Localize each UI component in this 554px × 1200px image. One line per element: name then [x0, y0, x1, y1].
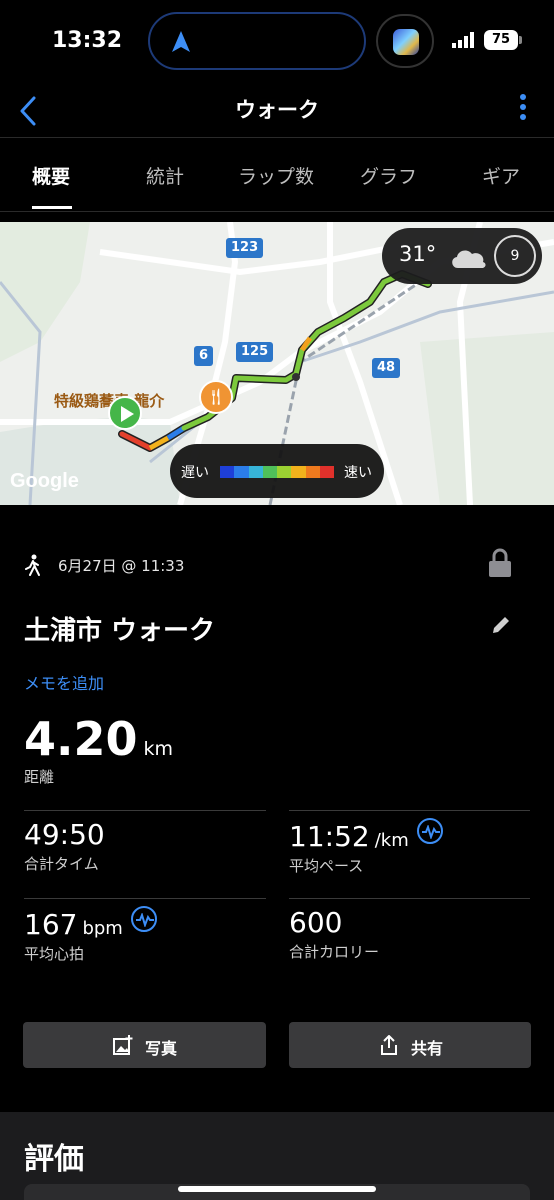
- share-label: 共有: [411, 1039, 444, 1058]
- stat-label: 合計カロリー: [289, 943, 380, 961]
- tab-bar: 概要 統計 ラップ数 グラフ ギア: [0, 138, 554, 212]
- add-photo-icon: [113, 1035, 133, 1055]
- stat-avg-heart-rate: 167 bpm 平均心拍: [24, 906, 157, 964]
- distance-label: 距離: [24, 768, 55, 786]
- add-photo-button[interactable]: 写真: [23, 1022, 266, 1068]
- pace-color-swatch: [248, 466, 263, 478]
- nav-header: ウォーク: [0, 86, 554, 138]
- add-photo-label: 写真: [145, 1039, 178, 1058]
- weather-widget[interactable]: 31° 9: [382, 228, 542, 284]
- stat-label: 平均ペース: [289, 857, 364, 875]
- status-bar: 13:32 75: [0, 0, 554, 86]
- share-button[interactable]: 共有: [289, 1022, 531, 1068]
- activity-date: 6月27日 @ 11:33: [58, 557, 185, 575]
- road-number-badge: 48: [372, 358, 401, 378]
- google-logo: Google: [10, 470, 79, 492]
- pace-color-swatch: [305, 466, 320, 478]
- battery-indicator: 75: [484, 30, 522, 50]
- tab-overview[interactable]: 概要: [32, 162, 70, 189]
- distance-unit: km: [143, 738, 174, 760]
- weather-temperature: 31°: [399, 242, 437, 266]
- divider: [289, 898, 530, 899]
- page-title: ウォーク: [235, 98, 319, 122]
- restaurant-fork-knife-icon[interactable]: 🍴︎: [199, 380, 233, 414]
- live-activity-app[interactable]: [376, 14, 434, 68]
- route-map[interactable]: 123 6 125 48 特級鶏蕎麦 龍介 31° 9 遅い 速い Google: [0, 222, 554, 505]
- lock-icon[interactable]: [488, 548, 512, 578]
- tab-graph[interactable]: グラフ: [360, 162, 417, 189]
- stat-value: 167: [24, 908, 78, 941]
- divider: [289, 810, 530, 811]
- cloud-icon: [452, 250, 486, 268]
- road-number-badge: 125: [236, 342, 274, 362]
- tab-stats[interactable]: 統計: [146, 162, 184, 189]
- pace-legend: 遅い 速い: [170, 444, 384, 498]
- edit-pencil-icon[interactable]: [490, 614, 512, 636]
- add-note-link[interactable]: メモを追加: [24, 670, 104, 694]
- pace-color-swatch: [262, 466, 277, 478]
- stat-value: 600: [289, 906, 343, 939]
- stat-label: 合計タイム: [24, 855, 99, 873]
- heart-rate-chart-icon[interactable]: [130, 906, 157, 932]
- legend-fast-label: 速い: [344, 465, 372, 481]
- distance-value: 4.20 km: [24, 712, 173, 766]
- stat-avg-pace: 11:52/km 平均ペース: [289, 818, 443, 876]
- start-play-icon: [108, 396, 142, 430]
- road-number-badge: 123: [226, 238, 264, 258]
- app-icon: [393, 29, 419, 55]
- rating-title: 評価: [24, 1142, 84, 1177]
- road-number-badge: 6: [194, 346, 214, 366]
- stat-value: 11:52: [289, 820, 370, 853]
- signal-icon: [452, 32, 474, 48]
- walking-person-icon: [25, 554, 40, 576]
- navigation-arrow-icon: [172, 31, 190, 52]
- pace-color-swatch: [277, 466, 292, 478]
- stat-label: 平均心拍: [24, 945, 85, 963]
- pace-color-swatch: [220, 466, 235, 478]
- stat-unit: bpm: [82, 918, 123, 939]
- pace-color-scale: [220, 466, 334, 478]
- activity-meta-row: 6月27日 @ 11:33: [24, 548, 534, 582]
- stat-unit: /km: [374, 830, 409, 851]
- share-icon: [381, 1035, 397, 1055]
- tab-gear[interactable]: ギア: [482, 162, 520, 189]
- tab-laps[interactable]: ラップ数: [238, 162, 314, 189]
- more-options-icon[interactable]: [518, 94, 528, 124]
- stat-value: 49:50: [24, 818, 105, 851]
- stat-total-time: 49:50 合計タイム: [24, 818, 105, 874]
- divider: [24, 898, 266, 899]
- status-time: 13:32: [52, 28, 123, 53]
- activity-name: 土浦市 ウォーク: [24, 616, 216, 646]
- divider: [24, 810, 266, 811]
- pace-color-swatch: [234, 466, 249, 478]
- home-indicator[interactable]: [178, 1186, 376, 1192]
- dynamic-island[interactable]: [148, 12, 366, 70]
- pace-color-swatch: [319, 466, 334, 478]
- legend-slow-label: 遅い: [181, 465, 209, 481]
- distance-number: 4.20: [24, 712, 138, 766]
- pace-chart-icon[interactable]: [416, 818, 443, 844]
- wind-speed-icon: 9: [494, 235, 536, 277]
- stat-calories: 600 合計カロリー: [289, 906, 379, 962]
- pace-color-swatch: [291, 466, 306, 478]
- active-tab-indicator: [32, 206, 72, 209]
